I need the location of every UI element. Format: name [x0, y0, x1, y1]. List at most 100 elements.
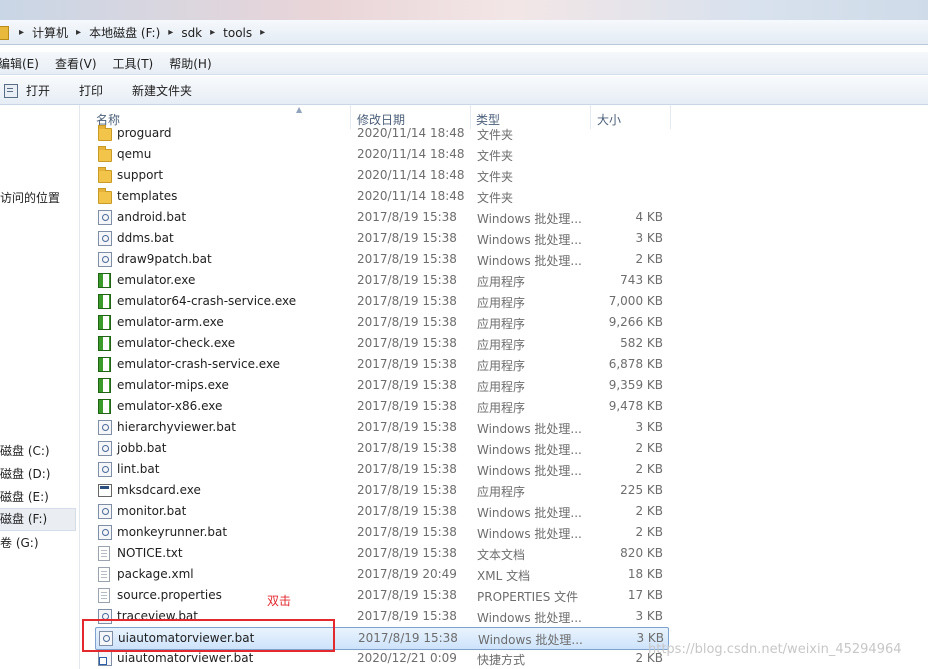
nav-drive-c[interactable]: 磁盘 (C:) — [0, 442, 50, 459]
file-name: android.bat — [117, 210, 187, 224]
nav-drive-g[interactable]: 卷 (G:) — [0, 534, 39, 551]
nav-drive-d[interactable]: 磁盘 (D:) — [0, 465, 50, 482]
android-app-icon — [98, 315, 111, 330]
batch-file-icon — [98, 252, 112, 267]
file-row[interactable]: NOTICE.txt 2017/8/19 15:38 文本文档 820 KB — [95, 543, 667, 564]
file-size: 3 KB — [635, 609, 663, 623]
print-button-label: 打印 — [79, 84, 104, 98]
file-row[interactable]: draw9patch.bat 2017/8/19 15:38 Windows 批处理… — [95, 249, 667, 270]
file-size: 2 KB — [635, 441, 663, 455]
file-row[interactable]: templates 2020/11/14 18:48 文件夹 — [95, 186, 667, 207]
file-date: 2017/8/19 15:38 — [357, 420, 457, 434]
file-row[interactable]: hierarchyviewer.bat 2017/8/19 15:38 Window… — [95, 417, 667, 438]
print-button[interactable]: 打印 — [79, 82, 103, 99]
watermark: https://blog.csdn.net/weixin_45294964 — [648, 642, 902, 657]
file-name: package.xml — [117, 567, 194, 581]
folder-icon — [98, 167, 112, 183]
file-type: Windows 批处理... — [477, 527, 582, 541]
android-app-icon — [98, 357, 111, 372]
file-row[interactable]: support 2020/11/14 18:48 文件夹 — [95, 165, 667, 186]
folder-icon — [98, 146, 112, 162]
chevron-right-icon[interactable]: ▸ — [15, 27, 28, 38]
console-app-icon — [98, 484, 112, 497]
file-type: 应用程序 — [477, 359, 526, 373]
file-row[interactable]: lint.bat 2017/8/19 15:38 Windows 批处理... 2 K… — [95, 459, 667, 480]
chevron-right-icon[interactable]: ▸ — [72, 27, 85, 38]
file-type: Windows 批处理... — [478, 633, 583, 647]
file-type: Windows 批处理... — [477, 212, 582, 226]
android-app-icon — [98, 294, 111, 309]
folder-icon — [98, 125, 112, 141]
file-row[interactable]: monkeyrunner.bat 2017/8/19 15:38 Windows 批… — [95, 522, 667, 543]
file-row[interactable]: jobb.bat 2017/8/19 15:38 Windows 批处理... 2 K… — [95, 438, 667, 459]
file-row[interactable]: package.xml 2017/8/19 20:49 XML 文档 18 KB — [95, 564, 667, 585]
menu-edit[interactable]: 编辑(E) — [0, 55, 47, 72]
file-size: 743 KB — [620, 273, 663, 287]
file-name: templates — [117, 189, 178, 203]
menu-tools[interactable]: 工具(T) — [113, 55, 162, 72]
file-date: 2017/8/19 15:38 — [357, 315, 457, 329]
file-size: 7,000 KB — [608, 294, 663, 308]
file-row[interactable]: emulator-check.exe 2017/8/19 15:38 应用程序 582… — [95, 333, 667, 354]
file-row[interactable]: qemu 2020/11/14 18:48 文件夹 — [95, 144, 667, 165]
breadcrumb-drive-f[interactable]: 本地磁盘 (F:) — [85, 24, 164, 41]
file-date: 2017/8/19 15:38 — [357, 336, 457, 350]
file-row[interactable]: emulator.exe 2017/8/19 15:38 应用程序 743 KB — [95, 270, 667, 291]
batch-file-icon — [98, 525, 112, 540]
file-type: 文件夹 — [477, 149, 514, 163]
batch-file-icon — [98, 210, 112, 225]
file-row[interactable]: proguard 2020/11/14 18:48 文件夹 — [95, 123, 667, 144]
address-bar[interactable]: ▸ 计算机 ▸ 本地磁盘 (F:) ▸ sdk ▸ tools ▸ — [0, 20, 928, 45]
file-row[interactable]: android.bat 2017/8/19 15:38 Windows 批处理...… — [95, 207, 667, 228]
file-size: 2 KB — [635, 504, 663, 518]
breadcrumb-sdk[interactable]: sdk — [177, 26, 206, 40]
file-row[interactable]: emulator-mips.exe 2017/8/19 15:38 应用程序 9,35… — [95, 375, 667, 396]
open-button[interactable]: 打开 — [4, 82, 50, 99]
file-type: Windows 批处理... — [477, 464, 582, 478]
file-row[interactable]: emulator-x86.exe 2017/8/19 15:38 应用程序 9,478… — [95, 396, 667, 417]
file-row[interactable]: monitor.bat 2017/8/19 15:38 Windows 批处理...… — [95, 501, 667, 522]
file-type: 应用程序 — [477, 296, 526, 310]
batch-file-icon — [98, 462, 112, 477]
file-name: source.properties — [117, 588, 222, 602]
file-date: 2017/8/19 15:38 — [357, 399, 457, 413]
file-type: 应用程序 — [477, 380, 526, 394]
file-size: 225 KB — [620, 483, 663, 497]
file-row[interactable]: ddms.bat 2017/8/19 15:38 Windows 批处理... 3 K… — [95, 228, 667, 249]
new-folder-button-label: 新建文件夹 — [132, 84, 193, 98]
file-name: emulator-arm.exe — [117, 315, 224, 329]
chevron-right-icon[interactable]: ▸ — [206, 27, 219, 38]
file-size: 17 KB — [627, 588, 663, 602]
batch-file-icon — [98, 441, 112, 456]
file-row[interactable]: mksdcard.exe 2017/8/19 15:38 应用程序 225 KB — [95, 480, 667, 501]
file-size: 820 KB — [620, 546, 663, 560]
file-name: emulator.exe — [117, 273, 196, 287]
chevron-right-icon[interactable]: ▸ — [256, 27, 269, 38]
file-name: jobb.bat — [117, 441, 167, 455]
file-type: Windows 批处理... — [477, 254, 582, 268]
nav-drive-f[interactable]: 磁盘 (F:) — [0, 508, 76, 531]
new-folder-button[interactable]: 新建文件夹 — [132, 82, 192, 99]
nav-drive-e[interactable]: 磁盘 (E:) — [0, 488, 49, 505]
chevron-right-icon[interactable]: ▸ — [164, 27, 177, 38]
file-date: 2017/8/19 15:38 — [357, 525, 457, 539]
nav-recent-places[interactable]: 访问的位置 — [0, 189, 60, 206]
menu-help[interactable]: 帮助(H) — [169, 55, 219, 72]
file-type: Windows 批处理... — [477, 506, 582, 520]
file-size: 18 KB — [627, 567, 663, 581]
file-name: emulator-crash-service.exe — [117, 357, 281, 371]
file-date: 2017/8/19 15:38 — [358, 631, 458, 645]
menu-view[interactable]: 查看(V) — [55, 55, 105, 72]
file-size: 582 KB — [620, 336, 663, 350]
file-row[interactable]: emulator-crash-service.exe 2017/8/19 15:3… — [95, 354, 667, 375]
file-row[interactable]: emulator-arm.exe 2017/8/19 15:38 应用程序 9,266… — [95, 312, 667, 333]
file-name: uiautomatorviewer.bat — [117, 651, 254, 665]
file-type: Windows 批处理... — [477, 422, 582, 436]
file-row[interactable]: source.properties 2017/8/19 15:38 PROPERTI… — [95, 585, 667, 606]
breadcrumb-computer[interactable]: 计算机 — [28, 24, 72, 41]
window-title-background — [0, 0, 928, 20]
file-size: 9,266 KB — [608, 315, 663, 329]
file-type: 应用程序 — [477, 275, 526, 289]
breadcrumb-tools[interactable]: tools — [219, 26, 256, 40]
file-row[interactable]: emulator64-crash-service.exe 2017/8/19 15… — [95, 291, 667, 312]
